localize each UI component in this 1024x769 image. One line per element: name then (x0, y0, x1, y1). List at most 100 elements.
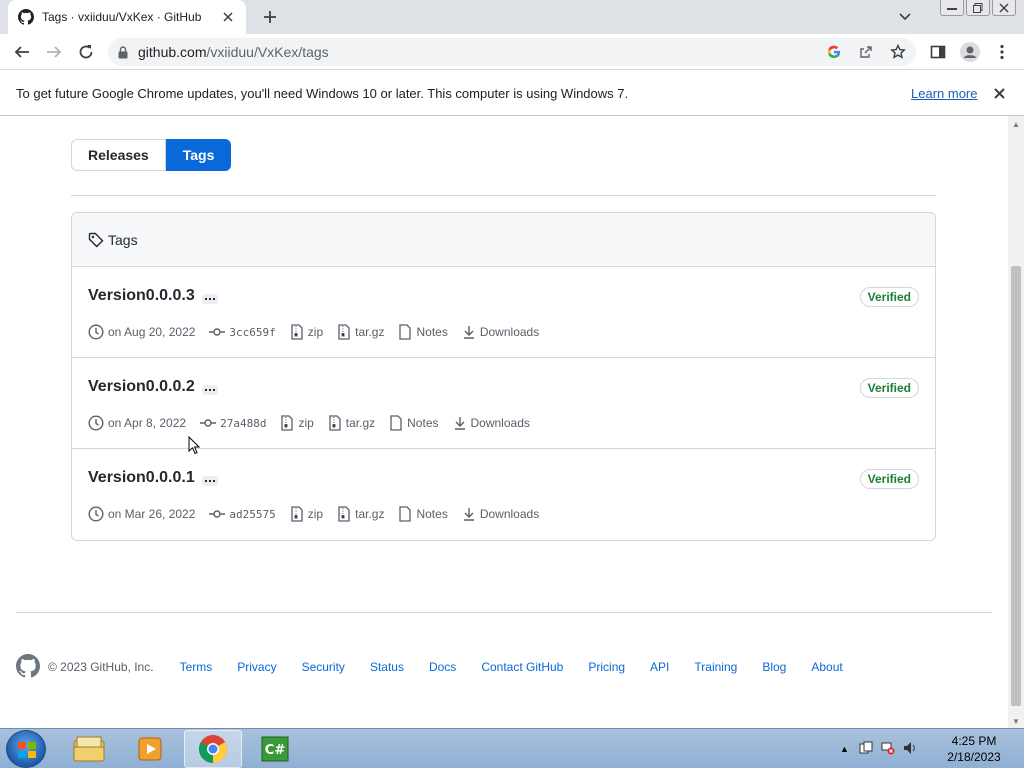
tag-commit-link[interactable]: 3cc659f (209, 324, 276, 340)
targz-download-link[interactable]: tar.gz (328, 415, 375, 431)
divider (71, 195, 936, 196)
google-icon[interactable] (824, 42, 844, 62)
tray-expand-icon[interactable]: ▲ (840, 744, 849, 754)
ellipsis-icon[interactable] (202, 294, 218, 304)
footer-link-docs[interactable]: Docs (429, 660, 456, 674)
footer-link-privacy[interactable]: Privacy (237, 660, 276, 674)
close-tab-icon[interactable] (220, 9, 236, 25)
github-logo-icon[interactable] (16, 653, 41, 681)
system-tray: ▲ (840, 729, 917, 769)
commit-icon (209, 328, 226, 336)
side-panel-icon[interactable] (928, 42, 948, 62)
back-icon[interactable] (12, 42, 32, 62)
explorer-taskbar-icon[interactable] (60, 730, 118, 768)
tag-icon (88, 232, 104, 248)
windows-logo-icon (18, 742, 36, 758)
chevron-down-icon[interactable] (896, 8, 914, 26)
clock-date: 2/18/2023 (947, 750, 1001, 764)
tag-row: Version0.0.0.1 Verified on Mar 26, 2022 … (72, 449, 935, 540)
notes-link[interactable]: Notes (398, 506, 448, 522)
downloads-link[interactable]: Downloads (462, 506, 539, 522)
tag-meta: on Apr 8, 2022 27a488d zip tar.gz Notes … (88, 415, 544, 431)
footer-link-api[interactable]: API (650, 660, 669, 674)
ellipsis-icon[interactable] (202, 385, 218, 395)
tag-date: on Mar 26, 2022 (88, 506, 195, 522)
close-window-icon[interactable] (992, 0, 1016, 16)
start-button[interactable] (6, 730, 46, 768)
footer-link-security[interactable]: Security (302, 660, 345, 674)
lock-icon[interactable] (118, 45, 128, 59)
download-icon (463, 508, 474, 521)
file-zip-icon (291, 506, 303, 522)
page-scrollbar[interactable]: ▲ ▼ (1008, 116, 1024, 728)
downloads-link[interactable]: Downloads (462, 324, 539, 340)
verified-badge[interactable]: Verified (859, 287, 919, 307)
mouse-cursor-icon (188, 435, 201, 460)
scroll-down-icon[interactable]: ▼ (1012, 717, 1020, 726)
notes-link[interactable]: Notes (398, 324, 448, 340)
kebab-menu-icon[interactable] (992, 42, 1012, 62)
zip-download-link[interactable]: zip (280, 415, 314, 431)
footer-copyright: © 2023 GitHub, Inc. (48, 660, 154, 674)
targz-download-link[interactable]: tar.gz (337, 324, 384, 340)
scroll-up-icon[interactable]: ▲ (1012, 120, 1020, 129)
footer-link-training[interactable]: Training (694, 660, 737, 674)
tag-name-link[interactable]: Version0.0.0.1 (88, 469, 195, 487)
page-content: Releases Tags Tags Version0.0.0.3 Verifi… (0, 116, 1008, 728)
footer-link-terms[interactable]: Terms (180, 660, 213, 674)
footer-link-about[interactable]: About (811, 660, 842, 674)
network-icon[interactable] (881, 741, 895, 758)
targz-download-link[interactable]: tar.gz (337, 506, 384, 522)
media-player-taskbar-icon[interactable] (122, 730, 180, 768)
footer-link-contact[interactable]: Contact GitHub (481, 660, 563, 674)
url-path: /vxiiduu/VxKex/tags (206, 44, 329, 60)
tag-meta: on Mar 26, 2022 ad25575 zip tar.gz Notes… (88, 506, 553, 522)
footer-divider (16, 612, 992, 613)
learn-more-link[interactable]: Learn more (911, 86, 977, 101)
file-zip-icon (281, 415, 294, 431)
tag-name-link[interactable]: Version0.0.0.2 (88, 378, 195, 396)
tags-button[interactable]: Tags (165, 139, 232, 171)
windows-taskbar: C# ▲ 4:25 PM 2/18/2023 (0, 728, 1024, 768)
address-bar[interactable]: github.com/vxiiduu/VxKex/tags (108, 38, 916, 66)
commit-icon (209, 510, 226, 518)
minimize-icon[interactable] (940, 0, 964, 16)
footer-link-blog[interactable]: Blog (762, 660, 786, 674)
close-infobar-icon[interactable] (991, 85, 1007, 101)
chrome-taskbar-icon[interactable] (184, 730, 242, 768)
zip-download-link[interactable]: zip (290, 506, 323, 522)
scrollbar-thumb[interactable] (1011, 266, 1021, 706)
releases-button[interactable]: Releases (71, 139, 166, 171)
verified-badge[interactable]: Verified (859, 378, 919, 398)
verified-badge[interactable]: Verified (859, 469, 919, 489)
reload-icon[interactable] (76, 42, 96, 62)
footer-link-status[interactable]: Status (370, 660, 404, 674)
ellipsis-icon[interactable] (202, 476, 218, 486)
tag-row: Version0.0.0.2 Verified on Apr 8, 2022 2… (72, 358, 935, 449)
downloads-link[interactable]: Downloads (453, 415, 530, 431)
releases-tags-toggle: Releases Tags (71, 139, 232, 171)
tab-title: Tags · vxiiduu/VxKex · GitHub (42, 10, 202, 24)
file-zip-icon (338, 324, 350, 340)
tag-commit-link[interactable]: ad25575 (209, 506, 276, 522)
browser-tab[interactable]: Tags · vxiiduu/VxKex · GitHub (8, 0, 246, 34)
bookmark-star-icon[interactable] (888, 42, 908, 62)
file-icon (390, 415, 402, 431)
restore-icon[interactable] (966, 0, 990, 16)
csharp-app-taskbar-icon[interactable]: C# (246, 730, 304, 768)
footer-link-pricing[interactable]: Pricing (588, 660, 625, 674)
tag-commit-link[interactable]: 27a488d (200, 415, 266, 431)
volume-icon[interactable] (903, 741, 917, 758)
share-icon[interactable] (856, 42, 876, 62)
zip-download-link[interactable]: zip (290, 324, 323, 340)
notes-link[interactable]: Notes (389, 415, 439, 431)
footer: © 2023 GitHub, Inc. Terms Privacy Securi… (16, 653, 868, 681)
tag-name-link[interactable]: Version0.0.0.3 (88, 287, 195, 305)
action-center-icon[interactable] (859, 741, 873, 758)
taskbar-clock[interactable]: 4:25 PM 2/18/2023 (944, 733, 1004, 765)
forward-icon[interactable] (44, 42, 64, 62)
profile-avatar-icon[interactable] (960, 42, 980, 62)
tag-row: Version0.0.0.3 Verified on Aug 20, 2022 … (72, 267, 935, 358)
new-tab-icon[interactable] (260, 7, 280, 27)
tags-box-header: Tags (72, 213, 935, 267)
